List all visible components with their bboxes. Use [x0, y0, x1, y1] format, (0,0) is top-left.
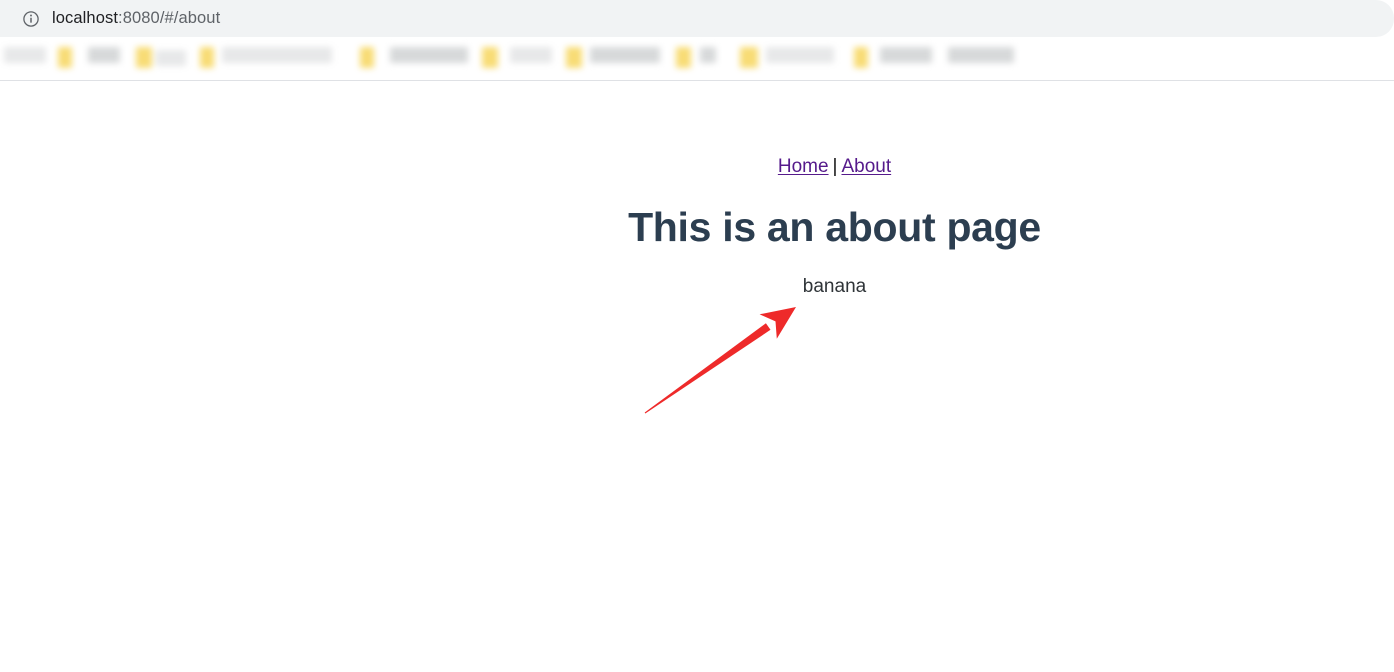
bookmark-item[interactable]: [740, 47, 758, 68]
page-title: This is an about page: [628, 204, 1041, 250]
bookmark-label: [510, 47, 552, 63]
address-bar-url[interactable]: localhost:8080/#/about: [52, 10, 220, 27]
browser-chrome: localhost:8080/#/about: [0, 0, 1394, 81]
bookmark-label: [390, 47, 468, 63]
bookmark-item[interactable]: [200, 47, 214, 68]
bookmark-label: [880, 47, 932, 63]
url-path: :8080/#/about: [118, 9, 221, 28]
bookmark-item[interactable]: [590, 47, 660, 63]
bookmark-folder-icon: [136, 47, 152, 68]
nav-link-about[interactable]: About: [841, 156, 891, 177]
bookmark-item[interactable]: [482, 47, 498, 68]
bookmark-item[interactable]: [854, 47, 868, 68]
bookmark-label: [700, 47, 716, 63]
site-nav: Home | About: [0, 157, 1394, 176]
page-viewport: Home | About This is an about page banana: [0, 81, 1394, 672]
bookmark-item[interactable]: [390, 47, 468, 63]
bookmark-folder-icon: [482, 47, 498, 68]
bookmark-item[interactable]: [566, 47, 582, 68]
bookmark-item[interactable]: [766, 47, 834, 63]
url-host: localhost: [52, 9, 119, 28]
bookmark-item[interactable]: [700, 47, 716, 63]
nav-link-home[interactable]: Home: [778, 156, 829, 177]
page-content: Home | About This is an about page banana: [0, 81, 1394, 296]
bookmark-folder-icon: [566, 47, 582, 68]
bookmark-label: [948, 47, 1014, 63]
bookmark-item[interactable]: [136, 47, 186, 68]
bookmark-label: [4, 47, 46, 63]
bookmark-label: [766, 47, 834, 63]
bookmark-item[interactable]: [4, 47, 46, 63]
page-body-text: banana: [802, 276, 867, 298]
bookmark-item[interactable]: [676, 47, 691, 68]
address-bar[interactable]: localhost:8080/#/about: [0, 0, 1394, 37]
bookmark-folder-icon: [200, 47, 214, 68]
bookmark-item[interactable]: [58, 47, 72, 68]
bookmark-folder-icon: [854, 47, 868, 68]
bookmark-item[interactable]: [360, 47, 374, 68]
info-circle-icon[interactable]: [22, 10, 40, 28]
bookmark-folder-icon: [676, 47, 691, 68]
bookmark-folder-icon: [360, 47, 374, 68]
nav-separator: |: [832, 156, 838, 177]
bookmark-folder-icon: [58, 47, 72, 68]
bookmarks-bar[interactable]: [0, 37, 1394, 81]
bookmark-item[interactable]: [948, 47, 1014, 63]
bookmark-label: [590, 47, 660, 63]
bookmark-label: [156, 49, 186, 66]
bookmark-folder-icon: [740, 47, 758, 68]
bookmark-item[interactable]: [880, 47, 932, 63]
bookmark-label: [222, 47, 332, 63]
bookmark-item[interactable]: [510, 47, 552, 63]
bookmark-item[interactable]: [222, 47, 332, 63]
bookmark-item[interactable]: [88, 47, 120, 63]
bookmark-label: [88, 47, 120, 63]
